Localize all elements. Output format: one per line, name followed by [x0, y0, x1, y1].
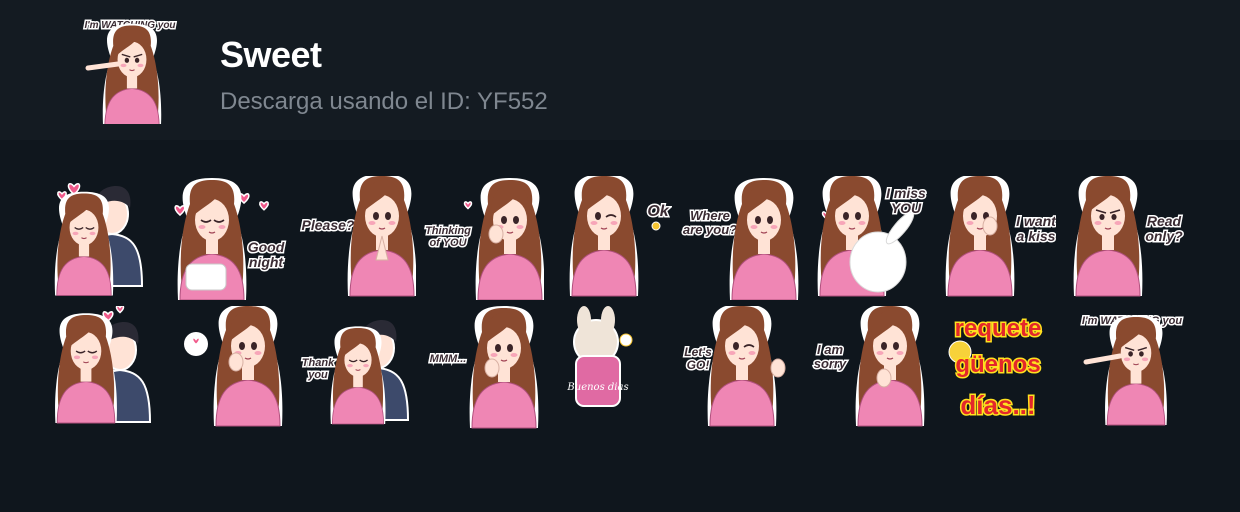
svg-text:YOU: YOU: [891, 200, 922, 216]
sticker-where-are-you[interactable]: Where are you?: [680, 176, 800, 300]
pointing-eyes-icon: I'm WATCHING you: [1080, 314, 1184, 426]
plush-bunny-icon: Buenos dias: [566, 306, 633, 407]
praying-hands-icon: Please?: [300, 176, 416, 297]
sticker-happy-hug[interactable]: [40, 306, 160, 430]
sticker-requete-guenos-dias[interactable]: requete güenos días..!: [936, 306, 1056, 430]
svg-text:are you?: are you?: [683, 222, 737, 237]
hand-on-hip-icon: Whereare you?: [681, 178, 799, 300]
sticker-watching-you[interactable]: I'm WATCHING you: [1074, 306, 1194, 430]
sticker-i-miss-you[interactable]: I miss YOU: [808, 176, 928, 300]
angry-face-icon: Readonly?: [1073, 176, 1184, 297]
svg-text:Where: Where: [690, 208, 730, 223]
sorry-icon: I amsorry: [812, 306, 925, 427]
hug-couple-icon: [54, 183, 144, 296]
svg-text:only?: only?: [1145, 228, 1183, 244]
svg-text:I want: I want: [1016, 213, 1056, 229]
sticker-please[interactable]: Please?: [296, 176, 416, 300]
sticker-thank-you[interactable]: Thank you: [296, 306, 416, 430]
svg-text:I am: I am: [817, 342, 843, 357]
svg-text:Thank: Thank: [302, 357, 335, 369]
svg-text:días..!: días..!: [960, 390, 1035, 420]
svg-text:Let's: Let's: [684, 345, 712, 359]
svg-text:Good: Good: [248, 239, 285, 255]
pillow-kiss-icon: Goodnight: [174, 178, 286, 300]
sticker-i-want-a-kiss[interactable]: I want a kiss: [936, 176, 1056, 300]
svg-text:you: you: [307, 369, 328, 381]
thinking-icon: Thinkingof YOU: [424, 178, 544, 300]
wink-icon: Ok: [569, 176, 671, 297]
svg-text:of YOU: of YOU: [429, 237, 467, 249]
svg-text:Read: Read: [1147, 213, 1182, 229]
sticker-heart-bubble[interactable]: [168, 306, 288, 430]
pondering-icon: MMM...: [428, 306, 539, 429]
svg-text:a kiss: a kiss: [1017, 228, 1056, 244]
sticker-ok[interactable]: Ok: [552, 176, 672, 300]
svg-text:GO!: GO!: [687, 358, 710, 372]
svg-text:night: night: [249, 254, 285, 270]
sticker-lets-go[interactable]: Let's GO!: [680, 306, 800, 430]
sticker-grid: Good night Please? Thinking of YOU Ok Where are…: [0, 0, 1240, 512]
svg-text:Ok: Ok: [647, 203, 669, 220]
cheek-hug-icon: [55, 306, 152, 424]
sticker-hug-couple[interactable]: [40, 176, 160, 300]
finger-on-lip-icon: I wanta kiss: [945, 176, 1056, 297]
bunny-hug-icon: I missYOU: [817, 176, 928, 297]
sticker-mmm[interactable]: MMM...: [424, 306, 544, 430]
sticker-buenos-dias-bunny[interactable]: Buenos dias: [552, 306, 672, 430]
sticker-read-only[interactable]: Read only?: [1064, 176, 1184, 300]
svg-text:I miss: I miss: [886, 185, 926, 201]
svg-text:Please?: Please?: [302, 217, 355, 233]
svg-text:requete: requete: [955, 315, 1042, 342]
svg-text:güenos: güenos: [955, 351, 1040, 378]
sticker-thinking-of-you[interactable]: Thinking of YOU: [424, 176, 544, 300]
svg-text:sorry: sorry: [814, 356, 847, 371]
chick-icon: requete güenos días..!: [948, 314, 1043, 422]
sticker-i-am-sorry[interactable]: I am sorry: [808, 306, 928, 430]
svg-text:Buenos dias: Buenos dias: [566, 382, 628, 393]
heart-bubble-icon: [184, 306, 283, 427]
hug-couple-icon: Thankyou: [300, 320, 410, 425]
fist-pump-icon: Let'sGO!: [683, 306, 786, 427]
sticker-good-night[interactable]: Good night: [168, 176, 288, 300]
svg-text:Thinking: Thinking: [425, 225, 471, 237]
svg-text:MMM...: MMM...: [430, 353, 467, 365]
